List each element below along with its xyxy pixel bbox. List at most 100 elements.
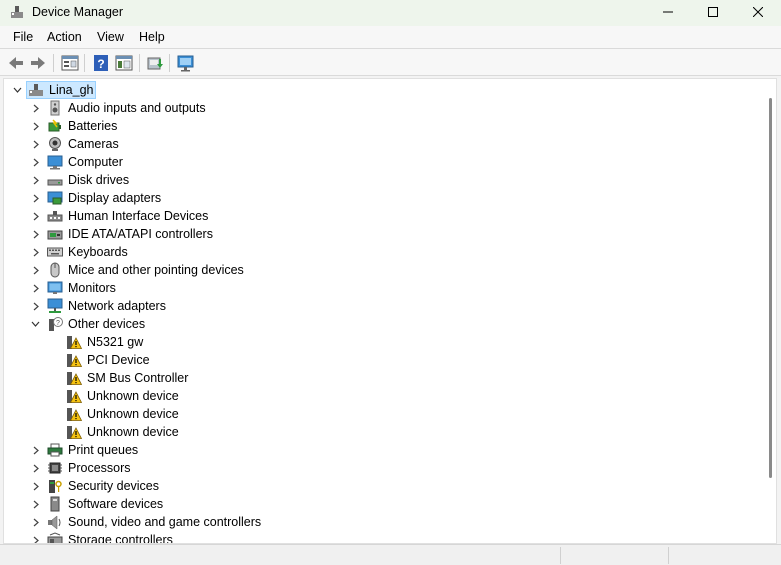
expand-chevron[interactable] (31, 531, 41, 543)
tree-category[interactable]: Audio inputs and outputs (4, 99, 764, 117)
category-label: Audio inputs and outputs (68, 101, 206, 115)
tree-category[interactable]: Batteries (4, 117, 764, 135)
hid-icon (47, 208, 63, 224)
category-label: Computer (68, 155, 123, 169)
expand-chevron[interactable] (31, 279, 41, 297)
tree-category[interactable]: Human Interface Devices (4, 207, 764, 225)
expand-chevron[interactable] (31, 207, 41, 225)
chevron-right-icon (33, 482, 39, 491)
tree-category[interactable]: Processors (4, 459, 764, 477)
category-label: Software devices (68, 497, 164, 511)
chevron-down-icon (31, 321, 40, 327)
toolbar-separator (53, 54, 54, 72)
vertical-scrollbar[interactable] (766, 80, 776, 542)
maximize-icon (708, 7, 718, 17)
sound-controller-icon (47, 514, 63, 530)
expand-chevron[interactable] (31, 225, 41, 243)
update-driver-button[interactable] (145, 53, 165, 73)
device-label: N5321 gw (87, 335, 144, 349)
expand-chevron[interactable] (31, 513, 41, 531)
tree-category[interactable]: Keyboards (4, 243, 764, 261)
scan-for-changes-button[interactable] (176, 53, 196, 73)
device-item[interactable]: Unknown device (4, 405, 764, 423)
expand-chevron[interactable] (31, 153, 41, 171)
battery-icon (47, 118, 63, 134)
device-item[interactable]: Unknown device (4, 423, 764, 441)
camera-icon (47, 136, 63, 152)
expand-chevron[interactable] (31, 171, 41, 189)
device-item[interactable]: Unknown device (4, 387, 764, 405)
tree-category[interactable]: Display adapters (4, 189, 764, 207)
help-button[interactable]: ? (91, 53, 111, 73)
expand-chevron[interactable] (31, 495, 41, 513)
title-bar: Device Manager (0, 0, 781, 26)
warning-device-icon (66, 352, 83, 368)
expand-chevron[interactable] (31, 189, 41, 207)
device-item[interactable]: SM Bus Controller (4, 369, 764, 387)
menu-file[interactable]: File (13, 30, 33, 44)
expand-chevron[interactable] (31, 477, 41, 495)
collapse-chevron[interactable] (12, 81, 22, 99)
close-icon (753, 7, 763, 17)
expand-chevron[interactable] (31, 135, 41, 153)
chevron-right-icon (33, 104, 39, 113)
tree-category[interactable]: Monitors (4, 279, 764, 297)
network-adapter-icon (47, 298, 63, 314)
expand-chevron[interactable] (31, 117, 41, 135)
warning-device-icon (66, 406, 83, 422)
window-title: Device Manager (32, 5, 124, 19)
storage-controller-icon (47, 532, 63, 543)
tree-root-label: Lina_gh (49, 83, 94, 97)
expand-chevron[interactable] (31, 297, 41, 315)
back-button[interactable] (6, 53, 26, 73)
menu-help[interactable]: Help (139, 30, 165, 44)
tree-category[interactable]: Disk drives (4, 171, 764, 189)
tree-category-other-devices[interactable]: ? Other devices (4, 315, 764, 333)
expand-chevron[interactable] (31, 441, 41, 459)
warning-device-icon (66, 334, 83, 350)
close-button[interactable] (735, 0, 781, 26)
warning-device-icon (66, 388, 83, 404)
properties-button[interactable] (60, 53, 80, 73)
tree-category[interactable]: IDE ATA/ATAPI controllers (4, 225, 764, 243)
tree-category[interactable]: Security devices (4, 477, 764, 495)
minimize-button[interactable] (645, 0, 691, 26)
tree-category[interactable]: Print queues (4, 441, 764, 459)
keyboard-icon (47, 244, 63, 260)
ide-controller-icon (47, 226, 63, 242)
scrollbar-thumb[interactable] (769, 98, 772, 478)
tree-category[interactable]: Sound, video and game controllers (4, 513, 764, 531)
device-tree[interactable]: Lina_gh Audio inputs and outputs Batteri… (3, 78, 777, 544)
tree-category[interactable]: Cameras (4, 135, 764, 153)
tree-category[interactable]: Storage controllers (4, 531, 764, 543)
device-item[interactable]: N5321 gw (4, 333, 764, 351)
toolbar-separator (139, 54, 140, 72)
expand-chevron[interactable] (31, 243, 41, 261)
device-label: Unknown device (87, 389, 179, 403)
device-item[interactable]: PCI Device (4, 351, 764, 369)
menu-view[interactable]: View (97, 30, 124, 44)
menu-action[interactable]: Action (47, 30, 82, 44)
expand-chevron[interactable] (31, 99, 41, 117)
tree-category[interactable]: Network adapters (4, 297, 764, 315)
tree-category[interactable]: Software devices (4, 495, 764, 513)
forward-button[interactable] (28, 53, 48, 73)
toolbar-separator (84, 54, 85, 72)
tree-root[interactable]: Lina_gh (4, 81, 764, 99)
forward-icon (31, 57, 45, 69)
expand-chevron[interactable] (31, 459, 41, 477)
mouse-icon (47, 262, 63, 278)
category-label: Other devices (68, 317, 146, 331)
chevron-right-icon (33, 464, 39, 473)
update-driver-icon (147, 57, 163, 70)
maximize-button[interactable] (690, 0, 736, 26)
category-label: Keyboards (68, 245, 128, 259)
expand-chevron[interactable] (31, 261, 41, 279)
tree-category[interactable]: Computer (4, 153, 764, 171)
software-device-icon (47, 496, 63, 512)
collapse-chevron[interactable] (30, 315, 40, 333)
chevron-right-icon (33, 194, 39, 203)
device-label: PCI Device (87, 353, 150, 367)
show-hide-console-tree-button[interactable] (114, 53, 134, 73)
tree-category[interactable]: Mice and other pointing devices (4, 261, 764, 279)
